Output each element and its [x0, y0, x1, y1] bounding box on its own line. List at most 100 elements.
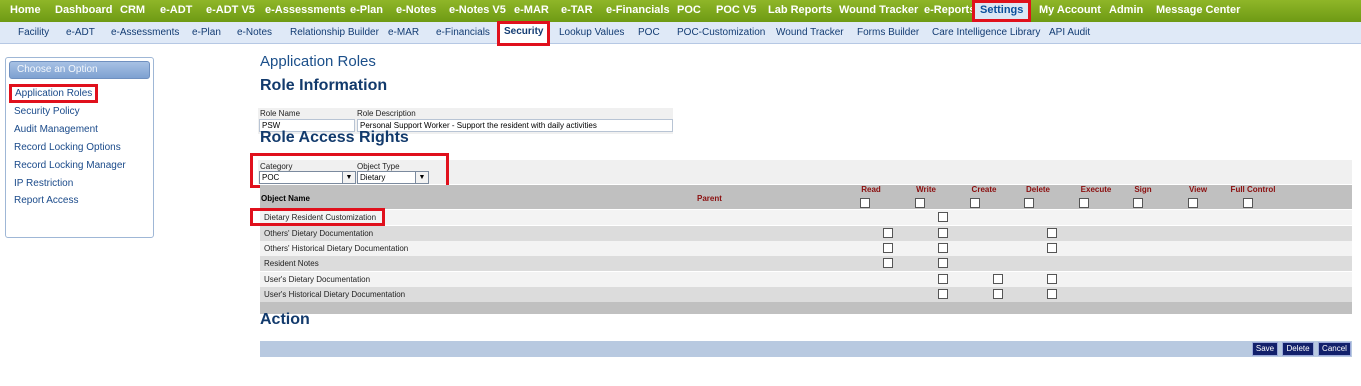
sub-nav-e-notes[interactable]: e-Notes	[237, 22, 272, 44]
save-button[interactable]: Save	[1252, 342, 1278, 356]
top-nav-e-assessments[interactable]: e-Assessments	[265, 0, 346, 22]
table-row	[260, 241, 1352, 256]
role-name-label: Role Name	[260, 109, 301, 118]
column-header-execute: Execute	[1080, 185, 1112, 194]
top-nav-poc-v5[interactable]: POC V5	[716, 0, 756, 22]
write-checkbox[interactable]	[938, 258, 948, 268]
top-nav-e-notes[interactable]: e-Notes	[396, 0, 436, 22]
role-information-heading: Role Information	[260, 77, 388, 94]
action-bar	[260, 341, 1352, 357]
write-checkbox[interactable]	[938, 212, 948, 222]
sidebar-item-report-access[interactable]: Report Access	[14, 195, 78, 206]
top-nav-e-tar[interactable]: e-TAR	[561, 0, 593, 22]
top-nav-e-adt-v5[interactable]: e-ADT V5	[206, 0, 255, 22]
select-all-view-checkbox[interactable]	[1188, 198, 1198, 208]
column-header-read: Read	[861, 185, 881, 194]
top-nav-e-adt[interactable]: e-ADT	[160, 0, 192, 22]
top-nav-home[interactable]: Home	[10, 0, 41, 22]
write-checkbox[interactable]	[938, 274, 948, 284]
top-nav: Home Dashboard CRM e-ADT e-ADT V5 e-Assessmen…	[0, 0, 1361, 22]
top-nav-e-notes-v5[interactable]: e-Notes V5	[449, 0, 506, 22]
delete-checkbox[interactable]	[1047, 243, 1057, 253]
write-checkbox[interactable]	[938, 289, 948, 299]
top-nav-e-plan[interactable]: e-Plan	[350, 0, 383, 22]
sidebar-item-application-roles[interactable]: Application Roles	[9, 84, 99, 103]
top-nav-wound-tracker[interactable]: Wound Tracker	[839, 0, 918, 22]
top-nav-settings[interactable]: Settings	[972, 0, 1032, 22]
role-access-rights-heading: Role Access Rights	[260, 129, 409, 146]
row-highlight	[250, 208, 385, 226]
object-name-header: Object Name	[261, 194, 310, 203]
parent-header: Parent	[697, 194, 722, 203]
top-nav-message-center[interactable]: Message Center	[1156, 0, 1240, 22]
sidebar-item-record-locking-manager[interactable]: Record Locking Manager	[14, 160, 126, 171]
object-name-cell: Others' Dietary Documentation	[264, 229, 374, 238]
create-checkbox[interactable]	[993, 289, 1003, 299]
sidebar-item-ip-restriction[interactable]: IP Restriction	[14, 178, 73, 189]
object-name-cell: User's Historical Dietary Documentation	[264, 290, 406, 299]
sub-nav-poc-customization[interactable]: POC-Customization	[677, 22, 765, 44]
sub-nav: Facility e-ADT e-Assessments e-Plan e-Notes R…	[0, 21, 1361, 46]
sidebar-item-audit-management[interactable]: Audit Management	[14, 124, 98, 135]
cancel-button[interactable]: Cancel	[1318, 342, 1351, 356]
top-nav-e-reports[interactable]: e-Reports	[924, 0, 975, 22]
select-all-execute-checkbox[interactable]	[1079, 198, 1089, 208]
read-checkbox[interactable]	[883, 243, 893, 253]
delete-button[interactable]: Delete	[1282, 342, 1314, 356]
sub-nav-e-assessments[interactable]: e-Assessments	[111, 22, 179, 44]
sub-nav-e-adt[interactable]: e-ADT	[66, 22, 95, 44]
top-nav-admin[interactable]: Admin	[1109, 0, 1143, 22]
column-header-create: Create	[971, 185, 997, 194]
sub-nav-relationship-builder[interactable]: Relationship Builder	[290, 22, 379, 44]
top-nav-e-mar[interactable]: e-MAR	[514, 0, 549, 22]
delete-checkbox[interactable]	[1047, 289, 1057, 299]
object-name-cell: Resident Notes	[264, 259, 319, 268]
select-all-sign-checkbox[interactable]	[1133, 198, 1143, 208]
sub-nav-e-plan[interactable]: e-Plan	[192, 22, 221, 44]
top-nav-poc[interactable]: POC	[677, 0, 701, 22]
page-title: Application Roles	[260, 53, 376, 70]
table-row	[260, 287, 1352, 302]
sidebar-item-security-policy[interactable]: Security Policy	[14, 106, 80, 117]
table-footer-band	[260, 302, 1352, 314]
sidebar: Choose an Option Application Roles Securi…	[5, 57, 154, 238]
delete-checkbox[interactable]	[1047, 274, 1057, 284]
select-all-write-checkbox[interactable]	[915, 198, 925, 208]
write-checkbox[interactable]	[938, 243, 948, 253]
sub-nav-wound-tracker[interactable]: Wound Tracker	[776, 22, 844, 44]
sidebar-header: Choose an Option	[9, 61, 150, 79]
column-header-sign: Sign	[1134, 185, 1152, 194]
delete-checkbox[interactable]	[1047, 228, 1057, 238]
read-checkbox[interactable]	[883, 258, 893, 268]
table-row	[260, 210, 1352, 225]
top-nav-dashboard[interactable]: Dashboard	[55, 0, 112, 22]
object-name-cell: User's Dietary Documentation	[264, 275, 371, 284]
top-nav-crm[interactable]: CRM	[120, 0, 145, 22]
sidebar-item-record-locking-options[interactable]: Record Locking Options	[14, 142, 121, 153]
select-all-delete-checkbox[interactable]	[1024, 198, 1034, 208]
sub-nav-forms-builder[interactable]: Forms Builder	[857, 22, 919, 44]
select-all-read-checkbox[interactable]	[860, 198, 870, 208]
sub-nav-poc[interactable]: POC	[638, 22, 660, 44]
top-nav-lab-reports[interactable]: Lab Reports	[768, 0, 832, 22]
sub-nav-e-financials[interactable]: e-Financials	[436, 22, 490, 44]
sub-nav-facility[interactable]: Facility	[18, 22, 49, 44]
filter-highlight	[250, 153, 449, 188]
top-nav-e-financials[interactable]: e-Financials	[606, 0, 670, 22]
select-all-full-control-checkbox[interactable]	[1243, 198, 1253, 208]
table-row	[260, 226, 1352, 241]
create-checkbox[interactable]	[993, 274, 1003, 284]
read-checkbox[interactable]	[883, 228, 893, 238]
table-row	[260, 256, 1352, 271]
sub-nav-api-audit[interactable]: API Audit	[1049, 22, 1090, 44]
write-checkbox[interactable]	[938, 228, 948, 238]
sub-nav-security[interactable]: Security	[497, 21, 551, 46]
sub-nav-lookup-values[interactable]: Lookup Values	[559, 22, 624, 44]
sub-nav-e-mar[interactable]: e-MAR	[388, 22, 419, 44]
action-heading: Action	[260, 311, 310, 328]
top-nav-my-account[interactable]: My Account	[1039, 0, 1101, 22]
sub-nav-care-intelligence-library[interactable]: Care Intelligence Library	[932, 22, 1040, 44]
select-all-create-checkbox[interactable]	[970, 198, 980, 208]
column-header-full-control: Full Control	[1230, 185, 1276, 194]
table-row	[260, 272, 1352, 287]
